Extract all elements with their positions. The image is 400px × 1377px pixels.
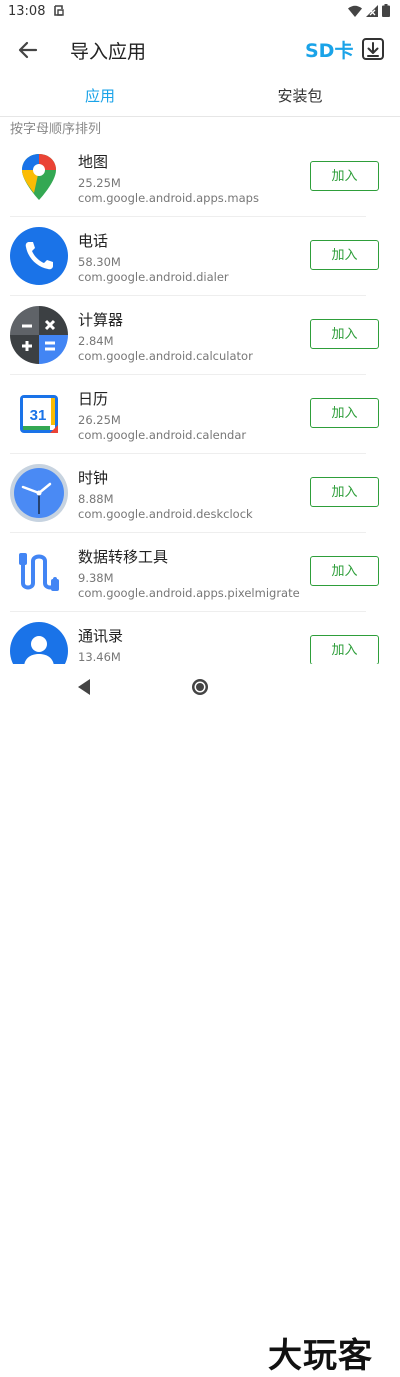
sort-label: 按字母顺序排列 [10, 122, 102, 137]
app-size: 2.84M [78, 334, 114, 348]
watermark-logo: 大玩客 [268, 1336, 373, 1376]
app-package: com.google.android.apps.pixelmigrate [78, 586, 300, 600]
sd-card-button[interactable]: SD卡 [305, 36, 353, 63]
list-item: 31 日历 26.25M com.google.android.calendar… [0, 375, 400, 454]
add-button[interactable]: 加入 [310, 240, 379, 270]
app-size: 8.88M [78, 492, 114, 506]
add-button[interactable]: 加入 [310, 635, 379, 665]
maps-icon [22, 154, 56, 200]
status-time: 13:08 [8, 4, 46, 19]
app-package: com.google.android.deskclock [78, 507, 253, 521]
add-button[interactable]: 加入 [310, 556, 379, 586]
add-button[interactable]: 加入 [310, 398, 379, 428]
app-package: com.google.android.calendar [78, 428, 247, 442]
tab-packages[interactable]: 安装包 [200, 76, 400, 116]
battery-icon [382, 4, 390, 17]
app-name: 数据转移工具 [78, 548, 169, 566]
status-icons [348, 4, 390, 17]
app-size: 26.25M [78, 413, 121, 427]
back-arrow-icon[interactable] [14, 36, 42, 64]
wifi-icon [348, 5, 362, 17]
phone-icon [10, 227, 68, 285]
list-item: 地图 25.25M com.google.android.apps.maps 加… [0, 138, 400, 217]
add-button[interactable]: 加入 [310, 477, 379, 507]
list-item: 时钟 8.88M com.google.android.deskclock 加入 [0, 454, 400, 533]
app-name: 计算器 [78, 311, 124, 329]
status-bar: 13:08 [0, 0, 400, 24]
notification-icon [54, 5, 64, 16]
list-item: 计算器 2.84M com.google.android.calculator … [0, 296, 400, 375]
app-name: 日历 [78, 390, 109, 408]
app-bar: 导入应用 SD卡 [0, 24, 400, 76]
calculator-icon [10, 306, 68, 364]
app-name: 通讯录 [78, 627, 124, 645]
app-package: com.google.android.calculator [78, 349, 253, 363]
navigation-bar: 大玩客 [0, 664, 400, 1376]
app-package: com.google.android.dialer [78, 270, 229, 284]
tab-divider [0, 116, 400, 117]
add-button[interactable]: 加入 [310, 319, 379, 349]
tab-bar: 应用 安装包 [0, 76, 400, 117]
signal-icon [366, 4, 378, 17]
calendar-icon: 31 [20, 395, 58, 433]
app-size: 58.30M [78, 255, 121, 269]
tab-apps[interactable]: 应用 [0, 76, 200, 116]
add-button[interactable]: 加入 [310, 161, 379, 191]
app-size: 9.38M [78, 571, 114, 585]
nav-home-icon[interactable] [191, 678, 209, 696]
app-name: 电话 [78, 232, 109, 250]
app-name: 地图 [78, 153, 109, 171]
clock-icon [10, 464, 68, 522]
list-item: 电话 58.30M com.google.android.dialer 加入 [0, 217, 400, 296]
app-size: 25.25M [78, 176, 121, 190]
app-name: 时钟 [78, 469, 109, 487]
page-title: 导入应用 [70, 41, 147, 63]
nav-back-icon[interactable] [76, 678, 92, 696]
app-package: com.google.android.apps.maps [78, 191, 259, 205]
download-icon[interactable] [361, 37, 385, 61]
data-transfer-icon [19, 553, 59, 591]
list-item: 数据转移工具 9.38M com.google.android.apps.pix… [0, 533, 400, 612]
calendar-day-number: 31 [30, 407, 47, 424]
app-size: 13.46M [78, 650, 121, 664]
